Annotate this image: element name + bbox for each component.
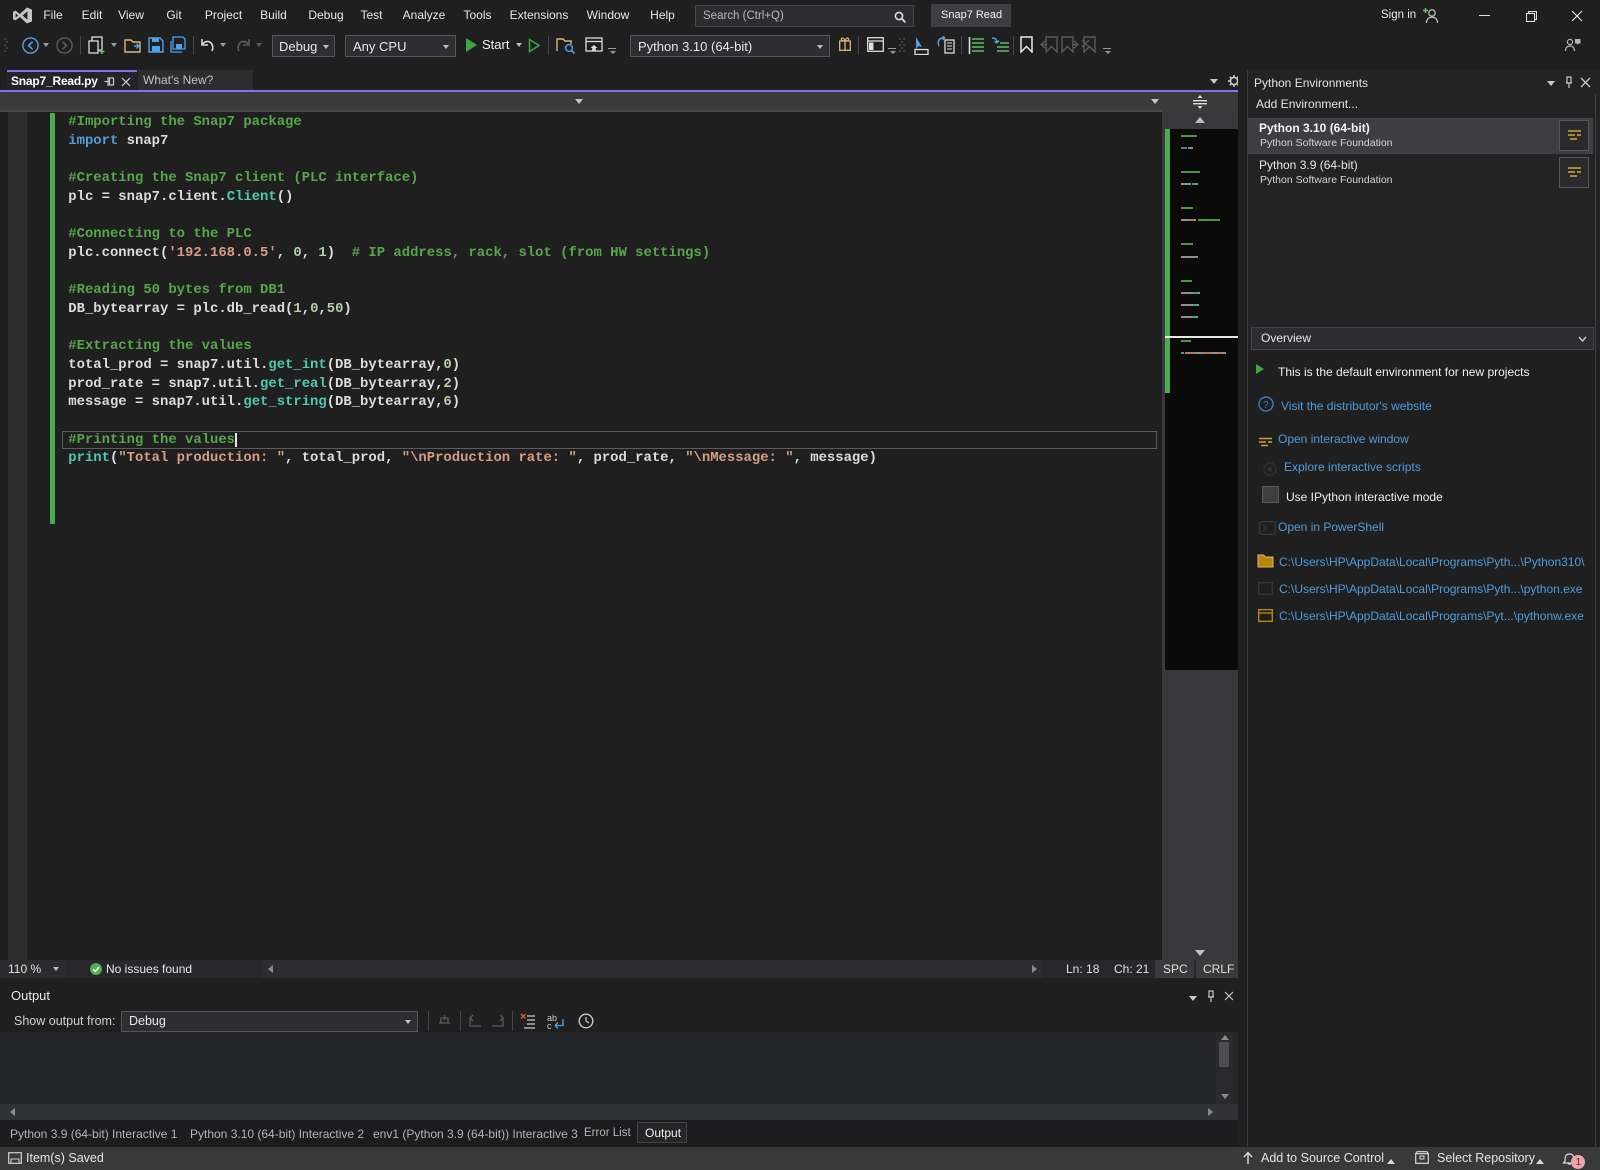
svg-text:c: c <box>547 1021 552 1029</box>
svg-text:?: ? <box>1263 400 1269 411</box>
